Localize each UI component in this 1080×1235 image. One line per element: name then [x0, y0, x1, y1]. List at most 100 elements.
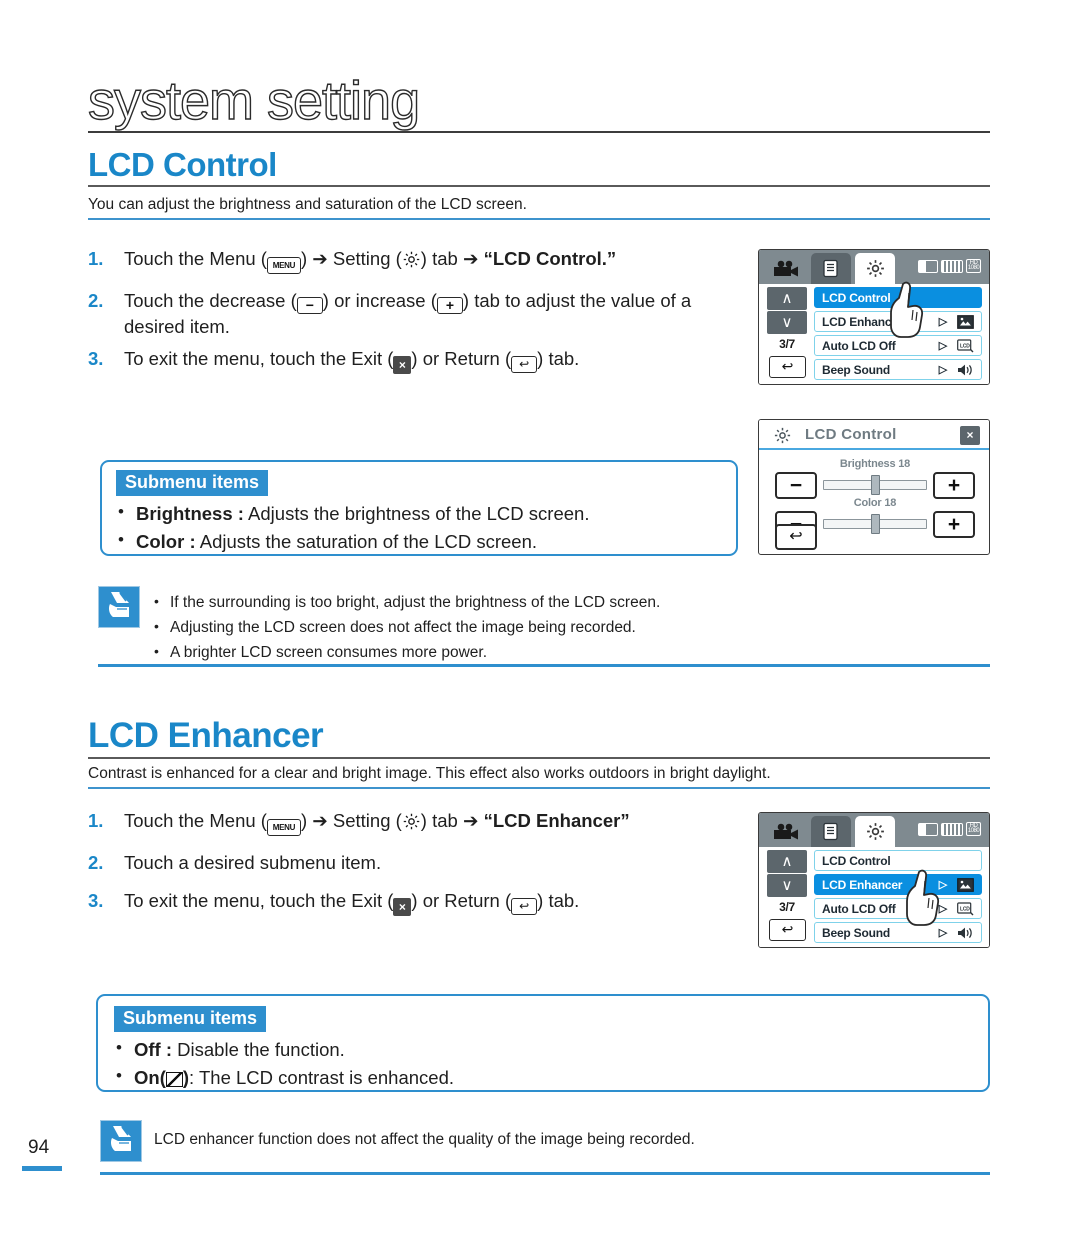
- camcorder-tab[interactable]: [767, 816, 807, 847]
- brightness-increase-button[interactable]: +: [933, 472, 975, 499]
- step-text-mid2: ) tab.: [537, 348, 580, 369]
- footer-note-lcd-enhancer: LCD enhancer function does not affect th…: [154, 1131, 695, 1148]
- setting-tab[interactable]: [855, 816, 895, 847]
- section-description-lcd-control: You can adjust the brightness and satura…: [88, 196, 527, 213]
- submenu-tag: Submenu items: [116, 470, 269, 496]
- gear-icon: [773, 426, 792, 450]
- brightness-label: Brightness 18: [839, 458, 911, 470]
- lcd-menu-body: ∧ ∨ 3/7 ↩ LCD Control LCD Enhancer ▷ Aut…: [759, 847, 989, 947]
- menu-row-label: Beep Sound: [822, 362, 891, 377]
- return-button[interactable]: ↩: [769, 356, 806, 378]
- menu-row-lcd-enhancer[interactable]: LCD Enhancer ▷: [814, 874, 982, 895]
- return-button[interactable]: ↩: [769, 919, 806, 941]
- scroll-up-button[interactable]: ∧: [767, 287, 807, 310]
- section-heading-rule: [88, 185, 990, 187]
- note-divider: [98, 664, 990, 667]
- brightness-slider-knob[interactable]: [871, 475, 880, 495]
- color-increase-button[interactable]: +: [933, 511, 975, 538]
- status-indicators: HD 1080: [918, 259, 981, 273]
- close-button[interactable]: ×: [960, 426, 980, 445]
- page-indicator: 3/7: [779, 337, 795, 351]
- quality-hd-icon: HD 1080: [966, 822, 981, 836]
- step-text-mid: ) ➔ Setting (: [300, 248, 402, 269]
- menu-row-beep-sound[interactable]: Beep Sound ▷: [814, 359, 982, 380]
- step-text: Touch the Menu (: [124, 810, 267, 831]
- menu-row-auto-lcd-off[interactable]: Auto LCD Off ▷ LCD: [814, 335, 982, 356]
- scroll-down-button[interactable]: ∨: [767, 874, 807, 897]
- auto-lcd-off-icon: LCD: [956, 901, 975, 916]
- chevron-right-icon: ▷: [938, 364, 947, 376]
- note-icon: [100, 1120, 142, 1162]
- step-3-lcd-enhancer: 3. To exit the menu, touch the Exit (×) …: [88, 888, 748, 916]
- step-text: Touch a desired submenu item.: [124, 852, 382, 873]
- gear-icon: [402, 812, 421, 831]
- submenu-item-name: Brightness :: [136, 503, 244, 524]
- step-1-lcd-enhancer: 1. Touch the Menu (MENU) ➔ Setting () ta…: [88, 808, 748, 836]
- color-slider-knob[interactable]: [871, 514, 880, 534]
- page-number-rule: [22, 1166, 62, 1171]
- submenu-item-desc: Adjusts the brightness of the LCD screen…: [243, 503, 590, 524]
- chevron-right-icon: ▷: [938, 927, 947, 939]
- playback-tab[interactable]: [811, 253, 851, 284]
- setting-tab[interactable]: [855, 253, 895, 284]
- battery-icon: [941, 259, 963, 273]
- menu-row-auto-lcd-off[interactable]: Auto LCD Off ▷ LCD: [814, 898, 982, 919]
- menu-row-label: LCD Control: [822, 853, 891, 868]
- section-description-lcd-enhancer: Contrast is enhanced for a clear and bri…: [88, 765, 771, 782]
- submenu-item-desc: Disable the function.: [172, 1039, 345, 1060]
- status-indicators: HD 1080: [918, 822, 981, 836]
- step-2-lcd-control: 2. Touch the decrease (−) or increase (+…: [88, 288, 748, 339]
- list-item: A brighter LCD screen consumes more powe…: [152, 640, 660, 666]
- step-text: Touch the Menu (: [124, 248, 267, 269]
- menu-row-label: Auto LCD Off: [822, 338, 896, 353]
- menu-row-beep-sound[interactable]: Beep Sound ▷: [814, 922, 982, 943]
- chevron-right-icon: ▷: [938, 879, 947, 891]
- menu-row-lcd-control[interactable]: LCD Control: [814, 850, 982, 871]
- svg-text:LCD: LCD: [960, 343, 970, 349]
- scroll-up-button[interactable]: ∧: [767, 850, 807, 873]
- lcd-screen-menu-2: HD 1080 ∧ ∨ 3/7 ↩ LCD Control LCD Enhance…: [758, 812, 990, 948]
- step-text-mid: ) or Return (: [411, 890, 512, 911]
- step-number: 3.: [88, 348, 104, 369]
- lcd-topbar: HD 1080: [759, 250, 989, 284]
- footer-note-divider: [100, 1172, 990, 1175]
- lcd-topbar: HD 1080: [759, 813, 989, 847]
- section-heading-lcd-enhancer: LCD Enhancer: [88, 716, 324, 755]
- lcd-enhancer-icon: [956, 314, 975, 329]
- playback-tab[interactable]: [811, 816, 851, 847]
- lcd-screen-menu-1: HD 1080 ∧ ∨ 3/7 ↩ LCD Control LCD Enhance…: [758, 249, 990, 385]
- color-slider-track[interactable]: [823, 514, 927, 534]
- step-text-mid2: ) tab ➔: [420, 248, 484, 269]
- lcd-control-title: LCD Control: [805, 426, 897, 443]
- svg-text:LCD: LCD: [960, 906, 970, 912]
- step-text: To exit the menu, touch the Exit (: [124, 348, 394, 369]
- menu-row-label: LCD Enhancer: [822, 314, 903, 329]
- brightness-decrease-button[interactable]: −: [775, 472, 817, 499]
- step-2-lcd-enhancer: 2. Touch a desired submenu item.: [88, 850, 748, 875]
- step-text-mid: ) or increase (: [322, 290, 437, 311]
- menu-row-lcd-control[interactable]: LCD Control: [814, 287, 982, 308]
- scroll-down-button[interactable]: ∨: [767, 311, 807, 334]
- menu-row-lcd-enhancer[interactable]: LCD Enhancer ▷: [814, 311, 982, 332]
- page-indicator: 3/7: [779, 900, 795, 914]
- chapter-title: system setting: [87, 71, 421, 131]
- lcd-menu-body: ∧ ∨ 3/7 ↩ LCD Control LCD Enhancer ▷ Aut…: [759, 281, 989, 384]
- step-number: 1.: [88, 248, 104, 269]
- camcorder-tab[interactable]: [767, 253, 807, 284]
- step-3-lcd-control: 3. To exit the menu, touch the Exit (×) …: [88, 346, 748, 374]
- step-number: 1.: [88, 810, 104, 831]
- submenu-item-desc: : The LCD contrast is enhanced.: [189, 1067, 455, 1089]
- color-label: Color 18: [853, 497, 897, 509]
- submenu-item-list: Brightness : Adjusts the brightness of t…: [116, 499, 590, 556]
- manual-page: system setting LCD Control You can adjus…: [0, 0, 1080, 1235]
- auto-lcd-off-icon: LCD: [956, 338, 975, 353]
- note-list-lcd-control: If the surrounding is too bright, adjust…: [152, 590, 660, 666]
- list-item: Brightness : Adjusts the brightness of t…: [116, 499, 590, 528]
- menu-row-label: LCD Enhancer: [822, 877, 903, 892]
- chevron-right-icon: ▷: [938, 903, 947, 915]
- return-icon: ↩: [511, 898, 538, 915]
- brightness-slider-track[interactable]: [823, 475, 927, 495]
- back-button[interactable]: ↩: [775, 524, 817, 550]
- menu-icon: MENU: [266, 819, 301, 836]
- submenu-item-name: On: [134, 1067, 160, 1089]
